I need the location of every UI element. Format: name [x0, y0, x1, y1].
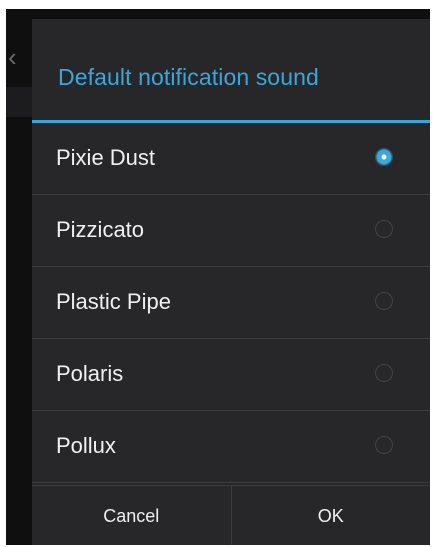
dialog-button-bar: Cancel OK [32, 485, 430, 545]
radio-button[interactable] [375, 436, 393, 454]
list-item-label: Polaris [56, 361, 124, 386]
radio-button[interactable] [375, 364, 393, 382]
screen: ‹ Default notification sound Pixie Dust … [6, 9, 430, 545]
notification-sound-dialog: Default notification sound Pixie Dust Pi… [32, 19, 430, 545]
background-bar [6, 87, 34, 117]
radio-button-selected[interactable] [375, 148, 393, 166]
list-item-label: Plastic Pipe [56, 289, 171, 314]
list-item-pixie-dust[interactable]: Pixie Dust [32, 123, 430, 195]
chevron-left-icon: ‹ [8, 42, 17, 72]
list-item-label: Pollux [56, 433, 116, 458]
list-item-pollux[interactable]: Pollux [32, 411, 430, 483]
cancel-button[interactable]: Cancel [32, 486, 231, 545]
list-item-plastic-pipe[interactable]: Plastic Pipe [32, 267, 430, 339]
list-item-polaris[interactable]: Polaris [32, 339, 430, 411]
radio-button[interactable] [375, 220, 393, 238]
ok-button[interactable]: OK [230, 486, 431, 545]
list-item-label: Pizzicato [56, 217, 145, 242]
sound-list: Pixie Dust Pizzicato Plastic Pipe Polari… [32, 123, 430, 483]
list-item-label: Pixie Dust [56, 145, 156, 170]
dialog-title: Default notification sound [32, 19, 430, 123]
list-item-pizzicato[interactable]: Pizzicato [32, 195, 430, 267]
radio-button[interactable] [375, 292, 393, 310]
